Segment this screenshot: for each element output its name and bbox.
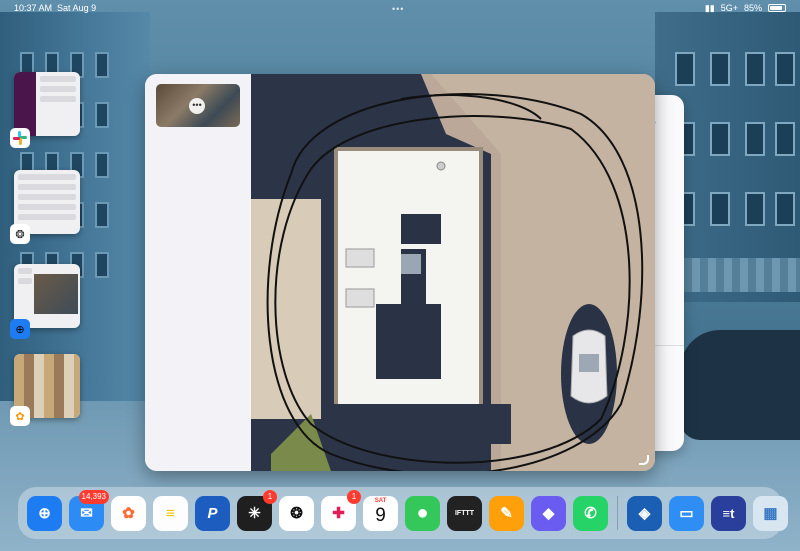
dock-app-calendar[interactable]: SAT 9 (363, 495, 398, 531)
status-date: Sat Aug 9 (57, 3, 97, 13)
status-right: ▮▮ 5G+ 85% (705, 3, 786, 14)
photos-icon: ✿ (122, 505, 135, 522)
chatgpt-icon: ❂ (290, 505, 303, 522)
image-thumbnail[interactable]: ••• (156, 84, 240, 127)
notes-icon: ≡ (166, 504, 175, 522)
calendar-date: 9 (375, 504, 386, 526)
dock-app-safari[interactable]: ⊕ (27, 495, 62, 531)
messages-icon: ● (416, 501, 429, 524)
dock-app-chase[interactable]: ◈ (627, 495, 662, 531)
dock-app-paypal[interactable]: P (195, 495, 230, 531)
dock-app-pages[interactable]: ✎ (489, 495, 524, 531)
dock-app-files[interactable]: ▭ (669, 495, 704, 531)
shortcuts-icon: ◆ (542, 505, 555, 522)
dock-separator (617, 496, 618, 530)
chase-icon: ◈ (638, 505, 651, 522)
slack-badge: 1 (347, 489, 361, 504)
stage-window-slack[interactable] (14, 72, 80, 136)
safari-icon[interactable]: ⊕ (10, 319, 30, 339)
dock: ⊕ ✉ 14,393 ✿ ≡ P ✳ 1 ❂ ✚ 1 SAT 9 ● IFTTT ✎ … (18, 487, 788, 539)
chatgpt-icon[interactable]: ❂ (10, 224, 30, 244)
perplexity-badge: 1 (263, 489, 277, 504)
safari-icon: ⊕ (38, 505, 51, 522)
status-time: 10:37 AM (14, 3, 53, 13)
perplexity-icon: ✳ (248, 505, 261, 522)
mail-icon: ✉ (80, 505, 93, 522)
dock-app-mail[interactable]: ✉ 14,393 (69, 489, 109, 531)
dock-app-messages[interactable]: ● (405, 495, 440, 531)
wallpaper-car (680, 330, 800, 440)
calendar-day: SAT (374, 497, 387, 504)
files-icon: ▭ (679, 505, 694, 522)
cellular-signal-icon: ▮▮ (704, 2, 715, 13)
dock-app-whatsapp[interactable]: ✆ (573, 495, 608, 531)
dock-app-notes[interactable]: ≡ (153, 495, 188, 531)
more-options-button[interactable]: ••• (189, 98, 205, 114)
paypal-icon: P (207, 504, 218, 522)
dock-app-perplexity[interactable]: ✳ 1 (237, 489, 277, 531)
multitasking-dots-icon[interactable]: ••• (392, 4, 404, 14)
dock-app-shortcuts[interactable]: ◆ (531, 495, 566, 531)
dock-app-library[interactable]: ▦ (753, 495, 788, 531)
whatsapp-icon: ✆ (584, 505, 597, 522)
battery-percent: 85% (743, 3, 762, 13)
dock-app-chatgpt[interactable]: ❂ (279, 495, 314, 531)
dock-app-ifttt[interactable]: IFTTT (447, 495, 482, 531)
slack-icon: ✚ (332, 505, 345, 522)
dock-app-slack[interactable]: ✚ 1 (321, 489, 361, 531)
battery-icon (768, 4, 786, 12)
mail-badge: 14,393 (78, 489, 109, 504)
status-time-date: 10:37 AM Sat Aug 9 (14, 3, 96, 13)
sidebar: ••• (145, 74, 251, 471)
dock-app-etrade[interactable]: ≡t (711, 495, 746, 531)
ifttt-icon: IFTTT (454, 509, 475, 517)
dock-app-photos[interactable]: ✿ (111, 495, 146, 531)
pages-icon: ✎ (500, 505, 513, 522)
slack-icon[interactable] (10, 128, 30, 148)
aerial-photo[interactable] (251, 74, 655, 471)
app-library-icon: ▦ (763, 505, 778, 522)
photos-icon[interactable]: ✿ (10, 406, 30, 426)
network-type: 5G+ (720, 3, 738, 13)
divider (652, 345, 684, 346)
photo-markup-window[interactable]: ••• (145, 74, 655, 471)
etrade-icon: ≡t (722, 505, 735, 521)
aerial-photo-drawing (251, 74, 655, 471)
